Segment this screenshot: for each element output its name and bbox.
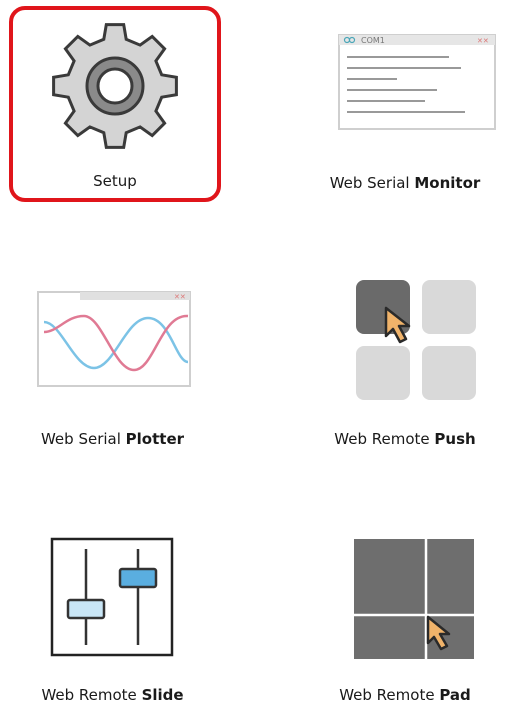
setup-label-text: Setup <box>93 172 137 190</box>
serial-monitor-window-icon: COM1 ✕✕ <box>338 34 496 130</box>
remote-touchpad-icon <box>354 539 474 659</box>
remote-sliders-icon <box>50 537 174 657</box>
window-title: COM1 <box>361 36 385 45</box>
web-remote-slide-label: Web Remote Slide <box>41 686 184 704</box>
setup-label: Setup <box>9 172 221 190</box>
svg-text:✕✕: ✕✕ <box>477 37 489 45</box>
gear-icon <box>52 23 178 149</box>
remote-push-buttons-icon <box>356 280 476 400</box>
serial-plotter-wave-icon: ✕✕ <box>37 291 191 387</box>
web-remote-pad-label: Web Remote Pad <box>339 686 471 704</box>
web-serial-monitor-label: Web Serial Monitor <box>329 174 481 192</box>
svg-text:✕✕: ✕✕ <box>174 293 186 301</box>
web-remote-push-label: Web Remote Push <box>334 430 476 448</box>
web-serial-plotter-label: Web Serial Plotter <box>40 430 185 448</box>
